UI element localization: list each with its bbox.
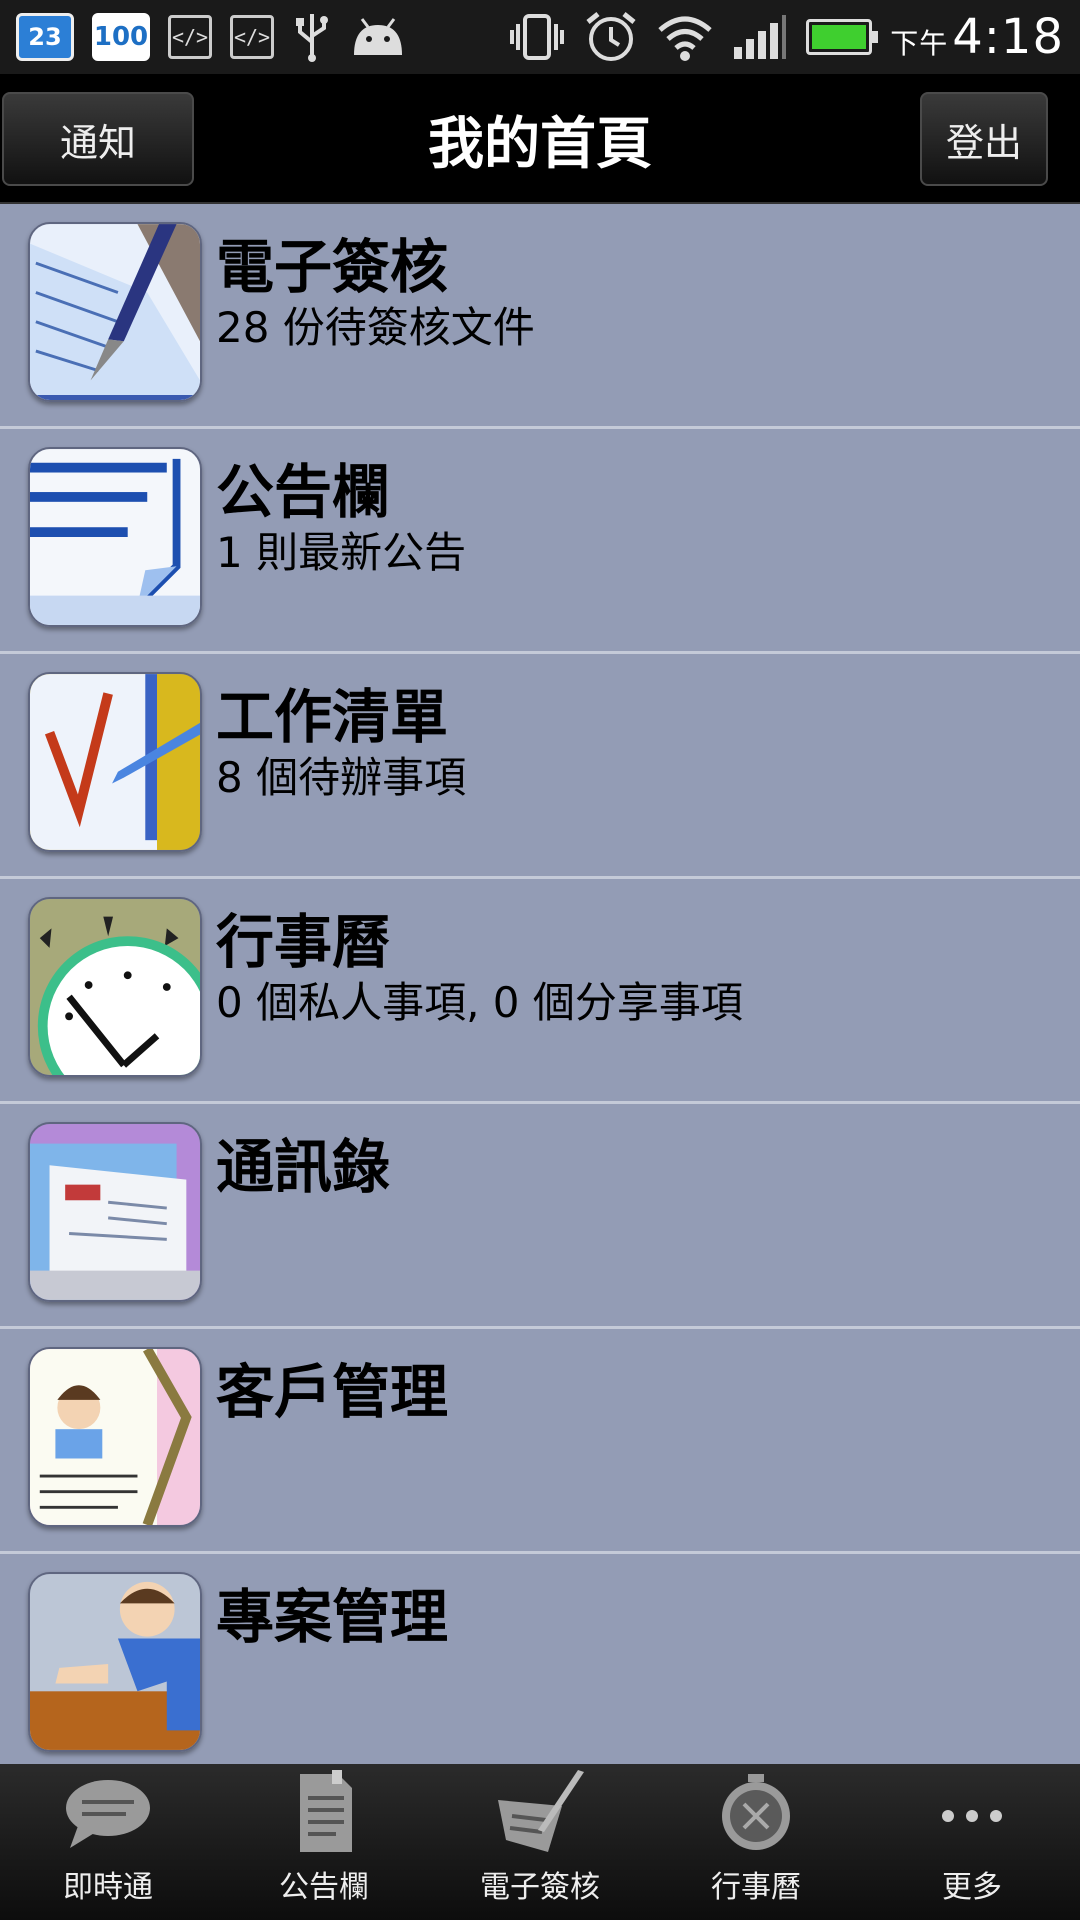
app-header: 我的首頁 通知 登出	[0, 74, 1080, 204]
tab-instant-messaging[interactable]: 即時通	[0, 1764, 216, 1920]
tab-calendar[interactable]: 行事曆	[648, 1764, 864, 1920]
status-bar: 23 100 </> </> 下午4:18	[0, 0, 1080, 74]
tab-more[interactable]: 更多	[864, 1764, 1080, 1920]
logout-button[interactable]: 登出	[920, 92, 1048, 186]
list-item-title: 通訊錄	[216, 1133, 391, 1201]
list-item-bulletin[interactable]: 公告欄 1 則最新公告	[0, 429, 1080, 654]
vibrate-icon	[510, 14, 565, 60]
battery-badge-value: 100	[93, 22, 149, 52]
calendar-day: 23	[28, 23, 62, 51]
bottom-tab-bar: 即時通 公告欄 電子簽核 行事曆 更多	[0, 1764, 1080, 1920]
list-item-contacts[interactable]: 通訊錄	[0, 1104, 1080, 1329]
signal-icon	[734, 15, 787, 59]
tab-label: 電子簽核	[480, 1870, 600, 1905]
tab-label: 公告欄	[279, 1870, 369, 1905]
customer-card-icon	[28, 1347, 202, 1527]
tab-label: 行事曆	[711, 1870, 801, 1905]
code-icon: </>	[230, 15, 274, 59]
time-value: 4:18	[952, 9, 1064, 65]
list-item-project[interactable]: 專案管理	[0, 1554, 1080, 1764]
battery-badge-icon: 100	[92, 13, 150, 61]
address-book-icon	[28, 1122, 202, 1302]
wifi-icon	[658, 16, 712, 61]
pen-sign-icon	[28, 222, 202, 402]
notice-board-icon	[28, 447, 202, 627]
clock-icon	[28, 897, 202, 1077]
android-icon	[354, 18, 402, 55]
list-item-customer[interactable]: 客戶管理	[0, 1329, 1080, 1554]
time-period: 下午	[890, 27, 949, 60]
list-item-title: 公告欄	[216, 458, 391, 526]
list-item-subtitle: 0 個私人事項, 0 個分享事項	[216, 978, 743, 1027]
more-dots-icon	[924, 1770, 1020, 1854]
list-item-title: 客戶管理	[216, 1358, 449, 1426]
list-item-title: 電子簽核	[216, 233, 449, 301]
sign-pen-icon	[492, 1770, 588, 1854]
battery-icon	[806, 19, 879, 55]
stopwatch-icon	[708, 1770, 804, 1854]
chat-bubble-icon	[60, 1770, 156, 1854]
list-item-e-sign[interactable]: 電子簽核 28 份待簽核文件	[0, 204, 1080, 429]
alarm-icon	[586, 12, 636, 61]
document-icon	[276, 1770, 372, 1854]
clock: 下午4:18	[890, 9, 1064, 65]
notification-button[interactable]: 通知	[2, 92, 194, 186]
list-item-subtitle: 8 個待辦事項	[216, 753, 467, 802]
home-menu-list: 電子簽核 28 份待簽核文件 公告欄 1 則最新公告 工作清單 8 個待辦事項 …	[0, 204, 1080, 1764]
list-item-subtitle: 28 份待簽核文件	[216, 303, 535, 352]
code-icon: </>	[168, 15, 212, 59]
calendar-icon: 23	[16, 13, 74, 61]
list-item-title: 工作清單	[216, 683, 449, 751]
list-item-subtitle: 1 則最新公告	[216, 528, 467, 577]
tab-label: 更多	[942, 1870, 1002, 1905]
tab-bulletin[interactable]: 公告欄	[216, 1764, 432, 1920]
tab-label: 即時通	[63, 1870, 153, 1905]
list-item-title: 專案管理	[216, 1583, 449, 1651]
tab-e-sign[interactable]: 電子簽核	[432, 1764, 648, 1920]
list-item-title: 行事曆	[216, 908, 391, 976]
project-person-icon	[28, 1572, 202, 1752]
usb-icon	[296, 14, 328, 62]
checklist-icon	[28, 672, 202, 852]
list-item-task-list[interactable]: 工作清單 8 個待辦事項	[0, 654, 1080, 879]
list-item-calendar[interactable]: 行事曆 0 個私人事項, 0 個分享事項	[0, 879, 1080, 1104]
